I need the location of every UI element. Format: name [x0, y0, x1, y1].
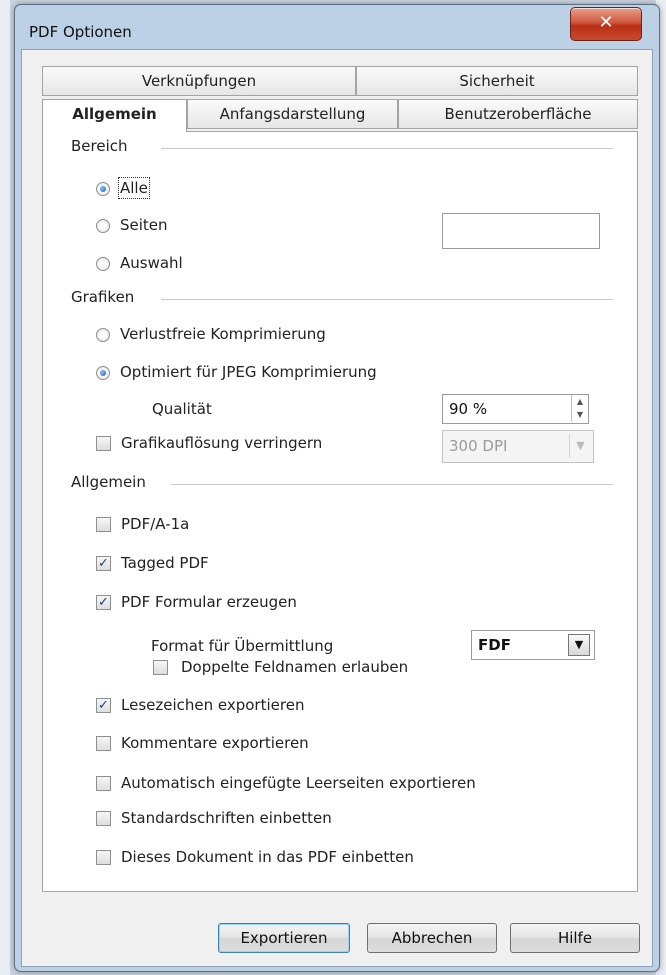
close-button[interactable]: ✓ ✕ [570, 7, 642, 41]
checkbox-pdf-formular[interactable]: ✓ [96, 595, 111, 610]
aufloesung-dropdown[interactable]: 300 DPI ▼ [442, 430, 594, 463]
tab-sicherheit[interactable]: Sicherheit [356, 66, 638, 96]
tab-verknuepfungen[interactable]: Verknüpfungen [42, 66, 356, 96]
group-title-grafiken: Grafiken [71, 288, 143, 306]
qualitaet-value: 90 % [449, 400, 488, 418]
checkbox-tagged-pdf[interactable]: ✓ [96, 556, 111, 571]
tagged-pdf-label[interactable]: Tagged PDF [121, 554, 209, 572]
check-icon: ✓ [98, 698, 109, 713]
check-icon: ✓ [98, 556, 109, 571]
checkbox-lesezeichen[interactable]: ✓ [96, 698, 111, 713]
tab-label: Benutzeroberfläche [444, 105, 592, 123]
radio-auswahl-label[interactable]: Auswahl [120, 254, 183, 272]
check-icon: ✓ [98, 595, 109, 610]
spin-down-icon[interactable]: ▼ [572, 408, 588, 421]
group-divider [161, 148, 613, 149]
checkbox-leerseiten[interactable] [96, 776, 111, 791]
radio-seiten-label[interactable]: Seiten [120, 216, 168, 234]
group-divider [161, 299, 613, 300]
tab-label: Anfangsdarstellung [219, 105, 366, 123]
dokument-einbetten-label[interactable]: Dieses Dokument in das PDF einbetten [121, 848, 414, 866]
lesezeichen-label[interactable]: Lesezeichen exportieren [121, 696, 304, 714]
doppelte-feldnamen-label[interactable]: Doppelte Feldnamen erlauben [181, 658, 408, 676]
radio-alle-label[interactable]: Alle [118, 177, 150, 199]
window-title: PDF Optionen [29, 23, 132, 41]
exportieren-button[interactable]: Exportieren [218, 923, 350, 953]
spin-up-icon[interactable]: ▲ [572, 395, 588, 408]
title-bar[interactable]: PDF Optionen ✓ ✕ [15, 5, 659, 53]
tab-benutzeroberflaeche[interactable]: Benutzeroberfläche [398, 99, 638, 129]
tab-anfangsdarstellung[interactable]: Anfangsdarstellung [187, 99, 398, 129]
button-label: Abbrechen [391, 929, 473, 947]
tab-label: Sicherheit [459, 72, 535, 90]
format-value: FDF [478, 636, 511, 654]
format-label: Format für Übermittlung [151, 637, 334, 655]
dialog-client-area: Verknüpfungen Sicherheit Benutzeroberflä… [21, 49, 653, 967]
aufloesung-label[interactable]: Grafikauflösung verringern [121, 434, 322, 452]
radio-auswahl[interactable] [96, 257, 110, 271]
radio-verlustfrei[interactable] [96, 328, 110, 342]
checkbox-aufloesung[interactable] [96, 436, 111, 451]
chevron-down-icon[interactable]: ▼ [569, 434, 591, 458]
group-title-bereich: Bereich [71, 137, 136, 155]
tab-label: Verknüpfungen [141, 72, 257, 90]
pdf-formular-label[interactable]: PDF Formular erzeugen [121, 593, 297, 611]
close-glyph: ✕ [598, 12, 614, 33]
checkbox-doppelte-feldnamen[interactable] [153, 660, 168, 675]
checkbox-pdfa[interactable] [96, 517, 111, 532]
checkbox-standardschriften[interactable] [96, 811, 111, 826]
aufloesung-value: 300 DPI [449, 437, 508, 455]
pdf-options-dialog: PDF Optionen ✓ ✕ Verknüpfungen Sicherhei… [14, 4, 660, 972]
standardschriften-label[interactable]: Standardschriften einbetten [121, 809, 332, 827]
pdfa-label[interactable]: PDF/A-1a [121, 515, 189, 533]
group-divider [171, 484, 613, 485]
checkbox-kommentare[interactable] [96, 736, 111, 751]
chevron-down-icon[interactable]: ▼ [568, 634, 590, 656]
seiten-input[interactable] [442, 213, 600, 249]
radio-verlustfrei-label[interactable]: Verlustfreie Komprimierung [120, 325, 326, 343]
qualitaet-spinbox[interactable]: 90 % ▲ ▼ [442, 394, 589, 424]
tab-panel-allgemein: Bereich Alle Seiten Auswahl Grafiken Ver… [42, 131, 638, 892]
kommentare-label[interactable]: Kommentare exportieren [121, 734, 309, 752]
radio-jpeg-label[interactable]: Optimiert für JPEG Komprimierung [120, 363, 377, 381]
radio-alle[interactable] [96, 182, 110, 196]
format-dropdown[interactable]: FDF ▼ [471, 630, 595, 660]
tab-label: Allgemein [72, 105, 157, 123]
checkbox-dokument-einbetten[interactable] [96, 850, 111, 865]
qualitaet-label: Qualität [152, 400, 212, 418]
group-title-allgemein: Allgemein [71, 473, 154, 491]
hilfe-button[interactable]: Hilfe [510, 923, 640, 953]
leerseiten-label[interactable]: Automatisch eingefügte Leerseiten export… [121, 774, 476, 792]
button-label: Exportieren [240, 929, 328, 947]
spin-buttons[interactable]: ▲ ▼ [571, 395, 588, 422]
radio-seiten[interactable] [96, 219, 110, 233]
abbrechen-button[interactable]: Abbrechen [367, 923, 497, 953]
radio-jpeg[interactable] [96, 366, 110, 380]
background-left [0, 0, 10, 975]
tab-allgemein[interactable]: Allgemein [42, 99, 187, 132]
button-label: Hilfe [557, 929, 593, 947]
